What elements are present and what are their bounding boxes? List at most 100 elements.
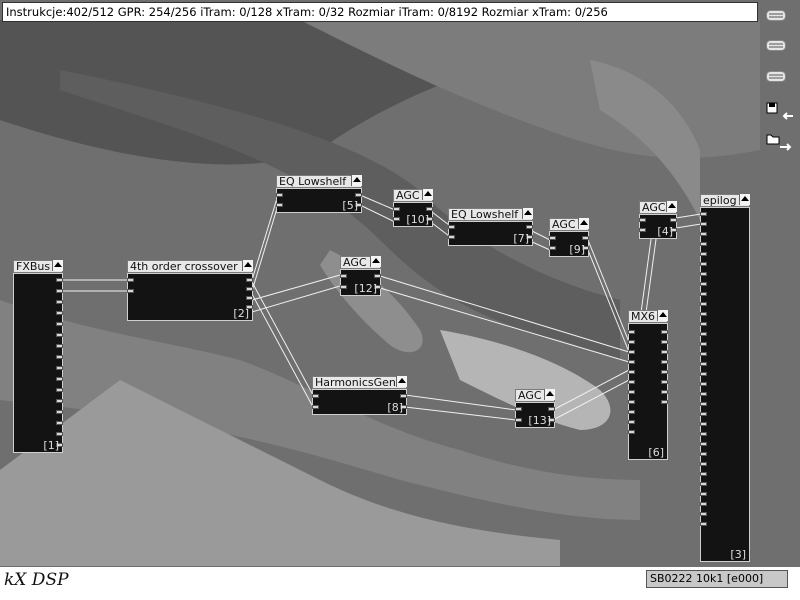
input-pin[interactable] — [312, 394, 319, 398]
output-pin[interactable] — [56, 289, 63, 293]
input-pin[interactable] — [448, 225, 455, 229]
input-pin[interactable] — [393, 217, 400, 221]
output-pin[interactable] — [661, 400, 668, 404]
module-agc-12[interactable]: AGC [12] — [340, 256, 381, 296]
input-pin[interactable] — [700, 452, 707, 456]
collapse-arrow-icon[interactable] — [396, 376, 407, 387]
input-pin[interactable] — [127, 278, 134, 282]
input-pin[interactable] — [628, 350, 635, 354]
input-pin[interactable] — [700, 392, 707, 396]
output-pin[interactable] — [374, 274, 381, 278]
output-pin[interactable] — [661, 380, 668, 384]
output-pin[interactable] — [56, 410, 63, 414]
output-pin[interactable] — [56, 399, 63, 403]
input-pin[interactable] — [700, 412, 707, 416]
input-pin[interactable] — [700, 512, 707, 516]
input-pin[interactable] — [700, 282, 707, 286]
input-pin[interactable] — [700, 222, 707, 226]
collapse-arrow-icon[interactable] — [242, 260, 253, 271]
output-pin[interactable] — [56, 432, 63, 436]
input-pin[interactable] — [549, 236, 556, 240]
collapse-arrow-icon[interactable] — [370, 256, 381, 267]
module-agc-13[interactable]: AGC [13] — [515, 389, 555, 428]
collapse-arrow-icon[interactable] — [351, 175, 362, 186]
collapse-arrow-icon[interactable] — [657, 310, 668, 321]
input-pin[interactable] — [628, 390, 635, 394]
input-pin[interactable] — [628, 330, 635, 334]
output-pin[interactable] — [56, 377, 63, 381]
collapse-arrow-icon[interactable] — [522, 208, 533, 219]
module-agc-4[interactable]: AGC [4] — [639, 201, 677, 239]
output-pin[interactable] — [56, 311, 63, 315]
output-pin[interactable] — [670, 218, 677, 222]
output-pin[interactable] — [246, 287, 253, 291]
module-mx6[interactable]: MX6 [6] — [628, 310, 668, 460]
input-pin[interactable] — [340, 285, 347, 289]
collapse-arrow-icon[interactable] — [544, 389, 555, 400]
open-arrow-icon[interactable] — [766, 132, 794, 152]
output-pin[interactable] — [661, 390, 668, 394]
input-pin[interactable] — [700, 372, 707, 376]
input-pin[interactable] — [515, 407, 522, 411]
collapse-arrow-icon[interactable] — [666, 201, 677, 212]
input-pin[interactable] — [700, 422, 707, 426]
input-pin[interactable] — [639, 228, 646, 232]
input-pin[interactable] — [700, 242, 707, 246]
module-epilog[interactable]: epilog [3] — [700, 194, 750, 562]
input-pin[interactable] — [628, 360, 635, 364]
input-pin[interactable] — [700, 212, 707, 216]
input-pin[interactable] — [700, 482, 707, 486]
input-pin[interactable] — [700, 442, 707, 446]
module-agc-9[interactable]: AGC [9] — [549, 218, 589, 257]
collapse-arrow-icon[interactable] — [422, 189, 433, 200]
input-pin[interactable] — [700, 302, 707, 306]
input-pin[interactable] — [628, 410, 635, 414]
input-pin[interactable] — [700, 332, 707, 336]
input-pin[interactable] — [700, 232, 707, 236]
input-pin[interactable] — [700, 342, 707, 346]
input-pin[interactable] — [448, 235, 455, 239]
input-pin[interactable] — [700, 292, 707, 296]
input-pin[interactable] — [700, 362, 707, 366]
output-pin[interactable] — [661, 340, 668, 344]
input-pin[interactable] — [515, 418, 522, 422]
collapse-arrow-icon[interactable] — [52, 260, 63, 271]
output-pin[interactable] — [56, 366, 63, 370]
input-pin[interactable] — [700, 312, 707, 316]
input-pin[interactable] — [276, 203, 283, 207]
input-pin[interactable] — [700, 462, 707, 466]
input-pin[interactable] — [700, 352, 707, 356]
output-pin[interactable] — [548, 407, 555, 411]
output-pin[interactable] — [526, 225, 533, 229]
input-pin[interactable] — [312, 405, 319, 409]
input-pin[interactable] — [700, 402, 707, 406]
collapse-arrow-icon[interactable] — [578, 218, 589, 229]
input-pin[interactable] — [628, 420, 635, 424]
input-pin[interactable] — [700, 432, 707, 436]
input-pin[interactable] — [700, 382, 707, 386]
menu-lines-icon[interactable] — [766, 71, 786, 82]
output-pin[interactable] — [56, 333, 63, 337]
module-harmonicsgen[interactable]: HarmonicsGen [8] — [312, 376, 407, 415]
output-pin[interactable] — [582, 236, 589, 240]
input-pin[interactable] — [340, 274, 347, 278]
output-pin[interactable] — [56, 355, 63, 359]
save-arrow-icon[interactable] — [766, 102, 794, 122]
module-eq-lowshelf-5[interactable]: EQ Lowshelf [5] — [276, 175, 362, 213]
output-pin[interactable] — [56, 322, 63, 326]
input-pin[interactable] — [628, 380, 635, 384]
module-eq-lowshelf-7[interactable]: EQ Lowshelf [7] — [448, 208, 533, 246]
output-pin[interactable] — [246, 296, 253, 300]
input-pin[interactable] — [628, 370, 635, 374]
input-pin[interactable] — [276, 193, 283, 197]
module-crossover[interactable]: 4th order crossover [2] — [127, 260, 253, 321]
input-pin[interactable] — [393, 207, 400, 211]
input-pin[interactable] — [700, 502, 707, 506]
menu-lines-icon[interactable] — [766, 40, 786, 51]
output-pin[interactable] — [56, 388, 63, 392]
input-pin[interactable] — [549, 246, 556, 250]
module-fxbus[interactable]: FXBus [1] — [13, 260, 63, 453]
input-pin[interactable] — [639, 218, 646, 222]
collapse-arrow-icon[interactable] — [739, 194, 750, 205]
output-pin[interactable] — [56, 344, 63, 348]
